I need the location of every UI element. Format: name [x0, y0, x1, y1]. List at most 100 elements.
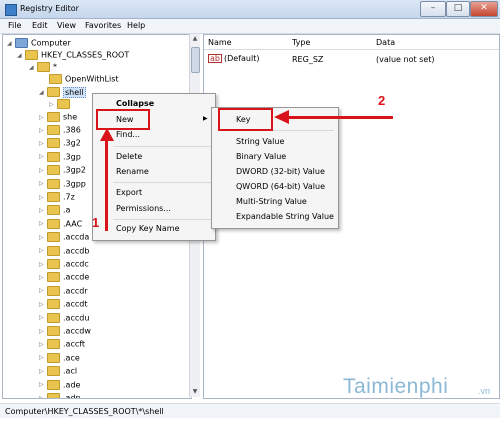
folder-icon: [47, 165, 60, 176]
computer-icon: [15, 38, 28, 48]
expand-icon[interactable]: ▷: [39, 328, 45, 335]
tree-item-extension[interactable]: ▷ .accdr: [39, 285, 88, 298]
expand-icon[interactable]: ▷: [39, 207, 45, 214]
maximize-button[interactable]: □: [446, 1, 470, 17]
submenu-item-dword[interactable]: DWORD (32-bit) Value: [236, 167, 325, 176]
tree-item-extension[interactable]: ▷ .accdc: [39, 259, 89, 271]
expand-icon[interactable]: ▷: [39, 395, 45, 399]
tree-item-extension[interactable]: ▷ .accdb: [39, 245, 89, 258]
tree-item-extension[interactable]: ▷ .7z: [39, 192, 75, 204]
menu-file[interactable]: File: [8, 21, 21, 30]
expand-icon[interactable]: ▷: [39, 247, 45, 254]
collapse-icon[interactable]: ◢: [39, 89, 45, 96]
expand-icon[interactable]: ▷: [39, 180, 45, 187]
tree-item-extension[interactable]: ▷ .accft: [39, 339, 85, 351]
expand-icon[interactable]: ▷: [39, 220, 45, 227]
expand-icon[interactable]: ▷: [39, 274, 45, 281]
menu-item-collapse[interactable]: Collapse: [116, 99, 154, 108]
column-type[interactable]: Type: [292, 38, 310, 47]
tree-item-extension[interactable]: ▷ .386: [39, 125, 81, 137]
tree-item-extension[interactable]: ▷ .3gp2: [39, 165, 86, 177]
folder-icon: [47, 151, 60, 162]
minimize-button[interactable]: –: [420, 1, 446, 17]
tree-item-label: .a: [63, 205, 71, 215]
expand-icon[interactable]: ▷: [39, 114, 45, 121]
tree-item-label: .adn: [63, 393, 81, 399]
tree-item-extension[interactable]: ▷ .AAC: [39, 218, 82, 231]
expand-icon[interactable]: ▷: [39, 153, 45, 160]
folder-icon: [47, 87, 60, 97]
collapse-icon[interactable]: ◢: [17, 52, 23, 59]
tree-item-extension[interactable]: ▷ .a: [39, 205, 70, 217]
expand-icon[interactable]: ▷: [39, 287, 45, 294]
scroll-up-icon[interactable]: ▲: [190, 34, 200, 44]
tree-item-extension[interactable]: ▷ .3g2: [39, 138, 81, 150]
expand-icon[interactable]: ▷: [39, 368, 45, 375]
menu-item-delete[interactable]: Delete: [116, 152, 142, 161]
tree-item-extension[interactable]: ▷ .ace: [39, 352, 80, 365]
title-bar: Registry Editor – □ ✕: [0, 0, 500, 19]
folder-icon: [47, 192, 60, 202]
submenu-item-string-value[interactable]: String Value: [236, 137, 284, 146]
tree-item-computer[interactable]: ◢ Computer: [7, 38, 71, 50]
highlight-key: [218, 108, 273, 131]
expand-icon[interactable]: ▷: [39, 194, 45, 201]
tree-item-extension[interactable]: ▷ .ade: [39, 379, 80, 392]
tree-item-openwithlist[interactable]: OpenWithList: [49, 74, 119, 86]
highlight-new: [96, 109, 150, 130]
menu-view[interactable]: View: [57, 21, 76, 30]
tree-item-shell[interactable]: ◢ shell: [39, 86, 86, 99]
menu-item-export[interactable]: Export: [116, 188, 142, 197]
folder-icon: [47, 312, 60, 323]
submenu-item-binary-value[interactable]: Binary Value: [236, 152, 286, 161]
tree-item-hkcr[interactable]: ◢ HKEY_CLASSES_ROOT: [17, 50, 129, 62]
menu-item-find[interactable]: Find...: [116, 130, 140, 139]
collapse-icon[interactable]: ◢: [7, 40, 13, 47]
tree-item-extension[interactable]: ▷ .accdt: [39, 299, 87, 311]
expand-icon[interactable]: ▷: [49, 101, 55, 108]
tree-item-extension[interactable]: ▷ .3gpp: [39, 178, 86, 191]
menu-item-copy-key-name[interactable]: Copy Key Name: [116, 224, 179, 233]
expand-icon[interactable]: ▷: [39, 301, 45, 308]
close-button[interactable]: ✕: [470, 1, 498, 17]
submenu-item-expandable-string[interactable]: Expandable String Value: [236, 212, 334, 221]
expand-icon[interactable]: ▷: [39, 127, 45, 134]
tree-item-extension[interactable]: ▷ .accdu: [39, 312, 89, 325]
tree-item-extension[interactable]: ▷ .accdw: [39, 326, 91, 338]
column-name[interactable]: Name: [208, 38, 232, 47]
collapse-icon[interactable]: ◢: [29, 64, 35, 71]
expand-icon[interactable]: ▷: [39, 140, 45, 147]
column-data[interactable]: Data: [376, 38, 395, 47]
expand-icon[interactable]: ▷: [39, 234, 45, 241]
scroll-down-icon[interactable]: ▼: [190, 387, 200, 397]
tree-item-extension[interactable]: ▷ .acl: [39, 366, 77, 378]
tree-item-shell-child[interactable]: ▷: [49, 99, 73, 111]
menu-edit[interactable]: Edit: [32, 21, 48, 30]
menu-favorites[interactable]: Favorites: [85, 21, 121, 30]
folder-icon: [47, 366, 60, 377]
menu-item-permissions[interactable]: Permissions...: [116, 204, 171, 213]
expand-icon[interactable]: ▷: [39, 167, 45, 174]
expand-icon[interactable]: ▷: [39, 314, 45, 321]
submenu-item-multi-string[interactable]: Multi-String Value: [236, 197, 307, 206]
tree-item-extension[interactable]: ▷ .accda: [39, 232, 89, 244]
expand-icon[interactable]: ▷: [39, 381, 45, 388]
tree-item-extension[interactable]: ▷ .adn: [39, 393, 81, 399]
submenu-item-qword[interactable]: QWORD (64-bit) Value: [236, 182, 325, 191]
status-bar: Computer\HKEY_CLASSES_ROOT\*\shell: [0, 403, 500, 418]
tree-item-shellex[interactable]: ▷ she: [39, 112, 77, 124]
expand-icon[interactable]: ▷: [39, 261, 45, 268]
value-type: REG_SZ: [292, 55, 324, 64]
menu-help[interactable]: Help: [127, 21, 145, 30]
tree-item-extension[interactable]: ▷ .3gp: [39, 151, 81, 164]
menu-item-rename[interactable]: Rename: [116, 167, 149, 176]
tree-item-star[interactable]: ◢ *: [29, 62, 57, 74]
submenu-arrow-icon: ▶: [203, 115, 208, 122]
tree-item-label: .acl: [63, 366, 78, 376]
expand-icon[interactable]: ▷: [39, 341, 45, 348]
arrow-2-shaft: [288, 116, 393, 119]
expand-icon[interactable]: ▷: [39, 354, 45, 361]
scroll-thumb[interactable]: [191, 47, 200, 73]
tree-item-extension[interactable]: ▷ .accde: [39, 272, 89, 284]
folder-icon: [49, 74, 62, 84]
